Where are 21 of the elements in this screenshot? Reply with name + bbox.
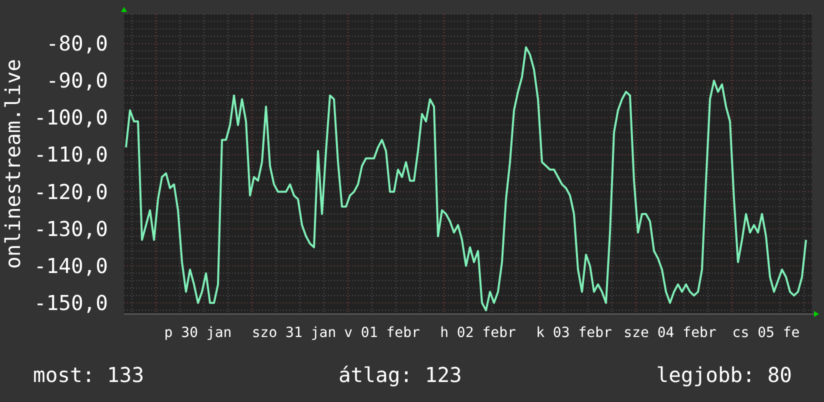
x-tick-label: szo 31 jan [252, 325, 336, 341]
axis-arrow-icon [814, 311, 819, 317]
legend-value: legjobb: 80 [656, 363, 792, 387]
y-tick-label: -120,0 [34, 180, 108, 204]
axis-arrow-icon [121, 7, 127, 12]
axis-title: onlinestream.live [1, 59, 25, 269]
x-tick-label: cs 05 fe [732, 325, 800, 341]
x-tick-label: v 01 febr [344, 325, 420, 341]
y-tick-label: -110,0 [34, 142, 108, 167]
y-tick-label: -130,0 [34, 216, 108, 241]
y-tick-label: -80,0 [46, 32, 108, 56]
legend-value: most: 133 [33, 363, 144, 387]
y-tick-label: -100,0 [34, 106, 108, 130]
y-tick-label: -150,0 [34, 290, 108, 315]
x-tick-label: h 02 febr [440, 325, 516, 341]
x-tick-label: sze 04 febr [624, 325, 716, 341]
x-tick-label: p 30 jan [164, 325, 232, 341]
x-tick-label: k 03 febr [536, 325, 612, 341]
y-tick-label: -140,0 [34, 254, 108, 278]
y-tick-label: -90,0 [46, 68, 108, 93]
legend-value: átlag: 123 [338, 363, 462, 387]
